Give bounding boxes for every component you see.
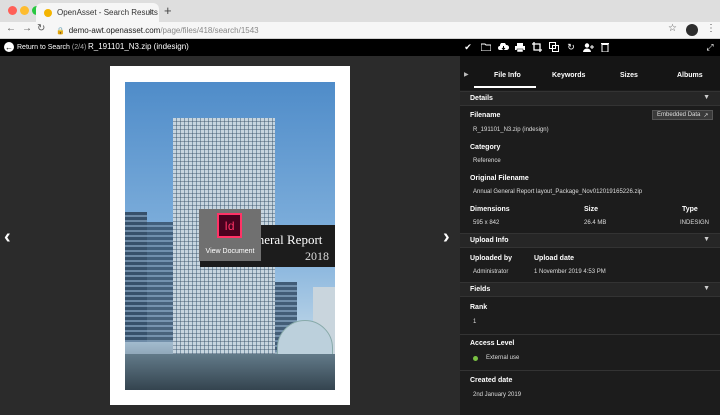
file-info-panel: ▶ File Info Keywords Sizes Albums Detail…	[460, 56, 720, 415]
tab-keywords[interactable]: Keywords	[552, 72, 585, 79]
user-add-icon[interactable]	[582, 41, 594, 53]
upload-info-title: Upload Info	[470, 237, 509, 244]
expand-icon[interactable]: ⤢	[704, 41, 716, 53]
category-value: Reference	[473, 158, 501, 164]
access-status-dot	[473, 356, 478, 361]
category-label: Category	[470, 144, 501, 151]
reload-icon[interactable]: ↻	[37, 23, 45, 34]
size-label: Size	[584, 206, 599, 213]
chevron-down-icon: ▼	[703, 94, 710, 101]
upload-date-label: Upload date	[534, 255, 575, 262]
embedded-data-label: Embedded Data	[657, 112, 701, 118]
uploaded-by-label: Uploaded by	[470, 255, 513, 262]
lock-icon: 🔒	[56, 27, 65, 35]
url-domain: demo-awt.openasset.com	[68, 26, 161, 35]
upload-date-value: 1 November 2019 4:53 PM	[534, 269, 606, 275]
window-close-dot[interactable]	[8, 6, 17, 15]
result-position: (2/4)	[71, 43, 87, 51]
external-link-icon: ↗	[703, 112, 709, 119]
browser-toolbar: ← → ↻ 🔒 demo-awt.openasset.com /page/fil…	[0, 22, 720, 39]
return-to-search-label: Return to Search	[17, 43, 70, 51]
previous-arrow-icon[interactable]: ‹	[4, 226, 11, 249]
cover-title: eneral Report	[252, 232, 323, 247]
next-arrow-icon[interactable]: ›	[443, 226, 450, 249]
embedded-data-button[interactable]: Embedded Data ↗	[652, 110, 714, 120]
type-value: INDESIGN	[680, 220, 710, 226]
waterfront	[125, 354, 335, 390]
asset-toolbar: ← Return to Search (2/4) R_191101_N3.zip…	[0, 39, 720, 56]
dimensions-label: Dimensions	[470, 206, 510, 213]
check-icon[interactable]: ✔	[462, 41, 474, 53]
upload-info-section-header[interactable]: Upload Info ▼	[460, 233, 720, 248]
rank-value: 1	[473, 319, 477, 325]
view-document-button[interactable]: Id View Document	[199, 209, 261, 261]
back-arrow-icon: ←	[4, 42, 14, 52]
building-left	[125, 212, 147, 342]
address-bar[interactable]: 🔒 demo-awt.openasset.com /page/files/418…	[56, 24, 259, 37]
original-filename-value: Annual General Report layout_Package_Nov…	[473, 189, 643, 195]
created-date-value: 2nd January 2019	[473, 392, 522, 398]
chevron-down-icon: ▼	[703, 236, 710, 243]
copy-icon[interactable]	[548, 41, 560, 53]
filename-label: Filename	[470, 112, 501, 119]
tab-title: OpenAsset - Search Results	[57, 8, 158, 17]
tab-albums[interactable]: Albums	[677, 72, 703, 79]
trash-icon[interactable]	[599, 41, 611, 53]
fields-title: Fields	[470, 286, 491, 293]
tab-file-info[interactable]: File Info	[494, 72, 521, 79]
type-label: Type	[682, 206, 698, 213]
details-section-header[interactable]: Details ▼	[460, 91, 720, 106]
tab-close-icon[interactable]: ×	[148, 7, 153, 17]
browser-tab[interactable]: OpenAsset - Search Results ×	[36, 3, 159, 22]
indesign-icon: Id	[217, 213, 242, 238]
browser-back-icon[interactable]: ←	[6, 23, 16, 34]
browser-menu-icon[interactable]: ⋮	[706, 23, 716, 34]
divider	[460, 334, 720, 335]
favicon-icon	[44, 8, 52, 17]
print-icon[interactable]	[514, 41, 526, 53]
cover-year: 2018	[305, 249, 329, 263]
file-title: R_191101_N3.zip (indesign)	[88, 42, 189, 51]
rank-label: Rank	[470, 304, 488, 311]
original-filename-label: Original Filename	[470, 175, 529, 182]
view-document-label: View Document	[205, 248, 255, 255]
building-left-2	[145, 222, 173, 342]
window-minimize-dot[interactable]	[20, 6, 29, 15]
new-tab-button[interactable]: +	[164, 3, 172, 18]
size-value: 26.4 MB	[584, 220, 607, 226]
divider	[460, 370, 720, 371]
dimensions-value: 595 x 842	[473, 220, 500, 226]
bookmark-star-icon[interactable]: ☆	[668, 23, 677, 34]
created-date-label: Created date	[470, 377, 513, 384]
browser-forward-icon[interactable]: →	[22, 23, 32, 34]
crop-icon[interactable]	[531, 41, 543, 53]
panel-tabs: ▶ File Info Keywords Sizes Albums	[460, 56, 720, 90]
access-level-value: External use	[486, 355, 520, 361]
profile-avatar[interactable]	[686, 24, 698, 36]
refresh-icon[interactable]: ↻	[565, 41, 577, 53]
chevron-down-icon: ▼	[703, 285, 710, 292]
filename-value: R_191101_N3.zip (indesign)	[473, 127, 549, 133]
collapse-panel-icon[interactable]: ▶	[464, 71, 469, 78]
browser-tab-strip: OpenAsset - Search Results × +	[0, 0, 720, 22]
url-path: /page/files/418/search/1543	[160, 26, 259, 35]
folder-icon[interactable]	[480, 41, 492, 53]
return-to-search-button[interactable]: ← Return to Search (2/4)	[4, 42, 86, 52]
tab-sizes[interactable]: Sizes	[620, 72, 638, 79]
uploaded-by-value: Administrator	[473, 269, 509, 275]
cloud-download-icon[interactable]	[497, 41, 509, 53]
fields-section-header[interactable]: Fields ▼	[460, 282, 720, 297]
access-level-label: Access Level	[470, 340, 515, 347]
details-title: Details	[470, 95, 493, 102]
active-tab-indicator	[474, 86, 536, 88]
